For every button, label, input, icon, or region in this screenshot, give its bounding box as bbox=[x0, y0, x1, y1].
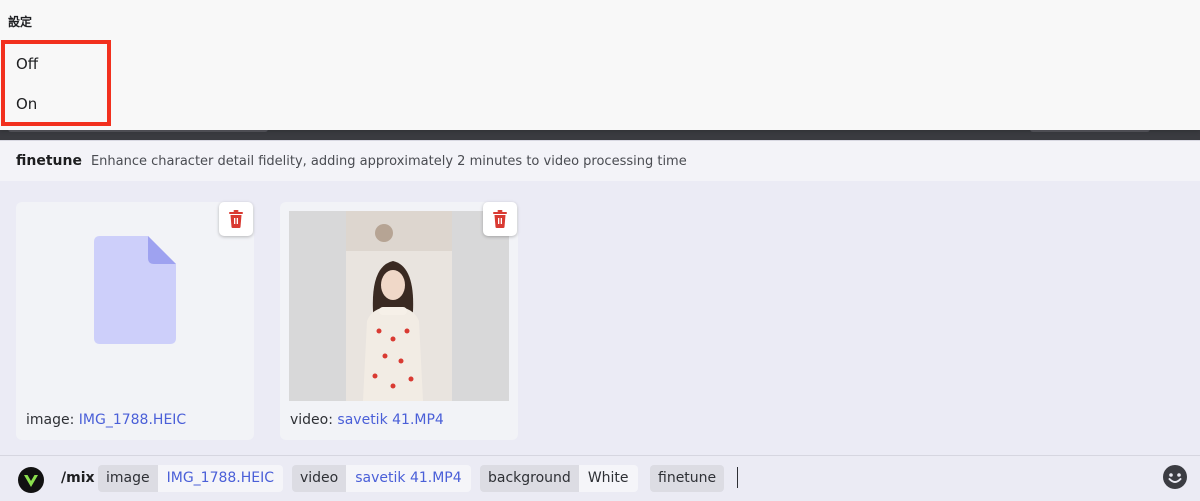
param-value: White bbox=[578, 465, 638, 492]
option-dropdown-menu: 設定 Off On bbox=[0, 0, 1200, 130]
param-key: background bbox=[480, 465, 579, 492]
emoji-icon[interactable] bbox=[1163, 465, 1187, 489]
param-chip-image[interactable]: image IMG_1788.HEIC bbox=[98, 465, 284, 492]
attachment-card-video[interactable]: video: savetik 41.MP4 bbox=[280, 202, 518, 440]
param-key: video bbox=[292, 465, 347, 492]
command-name: /mix bbox=[61, 470, 95, 486]
option-name: finetune bbox=[16, 153, 82, 169]
attachment-filename[interactable]: IMG_1788.HEIC bbox=[79, 412, 186, 428]
param-chip-finetune[interactable]: finetune bbox=[650, 465, 725, 492]
param-key: finetune bbox=[650, 465, 725, 492]
menu-option-off[interactable]: Off bbox=[16, 53, 44, 75]
param-value: IMG_1788.HEIC bbox=[157, 465, 284, 492]
delete-attachment-button[interactable] bbox=[219, 202, 253, 236]
file-icon bbox=[94, 236, 176, 344]
attachment-card-image[interactable]: image: IMG_1788.HEIC bbox=[16, 202, 254, 440]
option-info-bar: finetune Enhance character detail fideli… bbox=[0, 140, 1200, 181]
trash-icon bbox=[229, 210, 243, 228]
menu-option-on[interactable]: On bbox=[16, 93, 43, 115]
text-caret bbox=[737, 467, 738, 488]
attachment-type-label: image: bbox=[26, 412, 75, 428]
video-thumbnail bbox=[289, 211, 509, 401]
attachment-filename[interactable]: savetik 41.MP4 bbox=[337, 412, 443, 428]
app-logo-icon bbox=[18, 467, 44, 493]
trash-icon bbox=[493, 210, 507, 228]
delete-attachment-button[interactable] bbox=[483, 202, 517, 236]
command-input-bar[interactable]: /mix image IMG_1788.HEIC video savetik 4… bbox=[0, 455, 1200, 501]
param-chip-video[interactable]: video savetik 41.MP4 bbox=[292, 465, 471, 492]
option-description: Enhance character detail fidelity, addin… bbox=[90, 153, 687, 169]
attachment-caption: image: IMG_1788.HEIC bbox=[26, 412, 186, 428]
param-chip-background[interactable]: background White bbox=[480, 465, 638, 492]
attachments-area: image: IMG_1788.HEIC video: savetik 41.M… bbox=[0, 180, 1200, 455]
param-value: savetik 41.MP4 bbox=[346, 465, 471, 492]
attachment-caption: video: savetik 41.MP4 bbox=[290, 412, 444, 428]
video-thumbnail-image bbox=[289, 211, 509, 401]
param-key: image bbox=[98, 465, 158, 492]
menu-header: 設定 bbox=[8, 15, 33, 29]
attachment-type-label: video: bbox=[290, 412, 333, 428]
